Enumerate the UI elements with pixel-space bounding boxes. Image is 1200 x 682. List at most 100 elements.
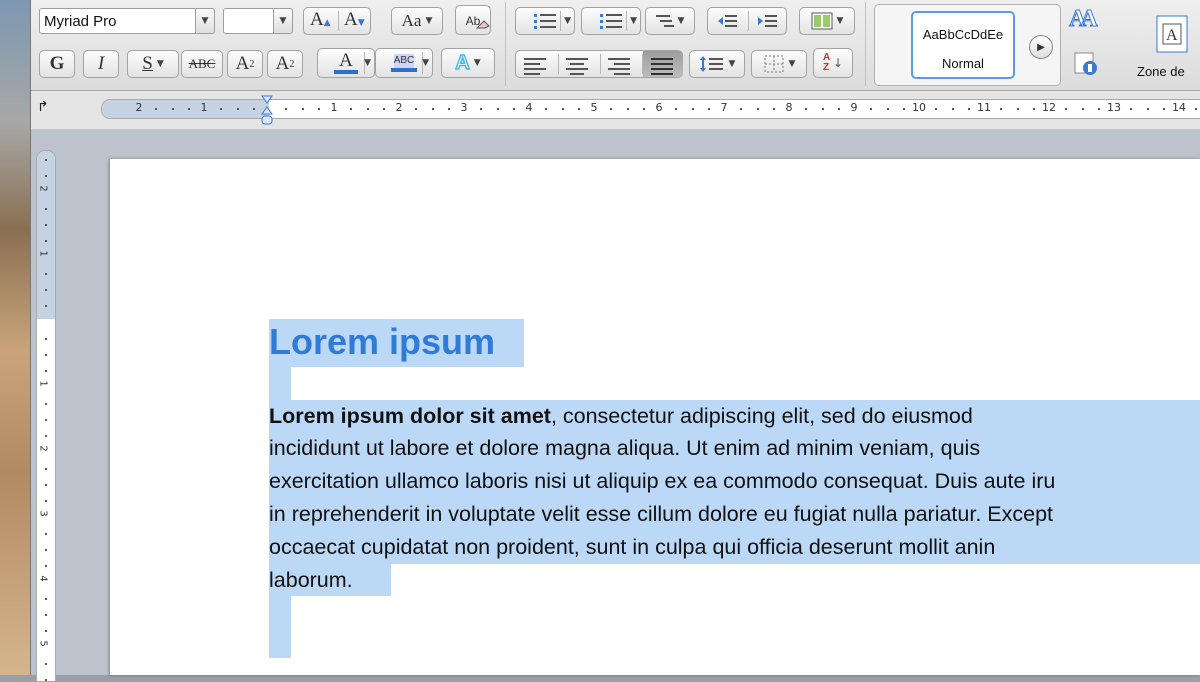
ruler-number: 4 bbox=[37, 575, 49, 582]
grow-font-button[interactable]: A▲ bbox=[310, 9, 331, 31]
ruler-number: 1 bbox=[200, 101, 208, 114]
ruler-tick bbox=[821, 108, 824, 110]
text-effects-button[interactable]: A ▼ bbox=[441, 48, 495, 78]
paragraph-line: Lorem ipsum dolor sit amet, consectetur … bbox=[269, 404, 973, 428]
ruler-number: 2 bbox=[135, 101, 143, 114]
desktop-background bbox=[0, 0, 30, 675]
ruler-tick bbox=[1195, 108, 1198, 110]
ruler-tick bbox=[45, 159, 47, 161]
ruler-number: 9 bbox=[850, 101, 858, 114]
ruler-tick bbox=[45, 370, 47, 373]
ruler-tick bbox=[45, 614, 47, 616]
borders-icon bbox=[764, 55, 784, 73]
ruler-tick bbox=[1146, 108, 1149, 110]
tab-selector-icon[interactable]: ↱ bbox=[37, 99, 49, 115]
document-workspace: 2 1 1 2 3 4 5 Lorem ipsum Lorem ipsum dolor si… bbox=[31, 130, 1200, 682]
font-name-value: Myriad Pro bbox=[44, 12, 117, 30]
textbox-label: Zone de bbox=[1137, 64, 1185, 79]
bullet-list-icon bbox=[534, 13, 556, 29]
ruler-number: 2 bbox=[37, 185, 49, 192]
ruler-tick bbox=[187, 108, 190, 110]
ruler-tick bbox=[1065, 108, 1068, 110]
ruler-tick bbox=[431, 108, 434, 110]
ruler-tick bbox=[512, 108, 515, 110]
textbox-button[interactable]: A bbox=[1153, 14, 1193, 58]
align-center-button[interactable] bbox=[566, 58, 592, 75]
align-right-icon bbox=[608, 58, 634, 75]
align-left-button[interactable] bbox=[524, 58, 550, 75]
paragraph-line: laborum. bbox=[269, 568, 353, 592]
ruler-tick bbox=[45, 467, 47, 470]
home-ribbon: Myriad Pro ▼ ▼ A▲ A▼ Aa ▼ Ab G I S ▼ ABC… bbox=[31, 0, 1200, 91]
ruler-tick bbox=[366, 108, 369, 110]
ruler-tick bbox=[886, 108, 889, 110]
ruler-tick bbox=[935, 108, 938, 110]
ruler-tick bbox=[236, 108, 239, 110]
ruler-tick bbox=[45, 662, 47, 665]
clear-formatting-button[interactable]: Ab bbox=[455, 5, 491, 35]
underline-button[interactable]: S ▼ bbox=[127, 50, 179, 78]
align-right-button[interactable] bbox=[608, 58, 634, 75]
style-normal[interactable]: AaBbCcDdEe Normal bbox=[911, 11, 1015, 79]
ruler-tick bbox=[1162, 108, 1165, 110]
vertical-ruler[interactable]: 2 1 1 2 3 4 5 bbox=[36, 150, 56, 682]
font-name-dropdown[interactable]: ▼ bbox=[195, 8, 215, 34]
selection-highlight bbox=[269, 596, 291, 658]
ruler-tick bbox=[610, 108, 613, 110]
document-page[interactable]: Lorem ipsum Lorem ipsum dolor sit amet, … bbox=[110, 159, 1200, 675]
ruler-tick bbox=[45, 484, 47, 486]
ruler-number: 4 bbox=[525, 101, 533, 114]
ruler-tick bbox=[691, 108, 694, 110]
highlight-button[interactable]: ABC ▼ bbox=[375, 48, 433, 78]
font-color-button[interactable]: A ▼ bbox=[317, 48, 375, 78]
decrease-indent-icon bbox=[718, 15, 737, 27]
clear-formatting-icon: Ab bbox=[466, 9, 490, 31]
shrink-font-button[interactable]: A▼ bbox=[344, 9, 365, 31]
borders-button[interactable]: ▼ bbox=[751, 50, 807, 78]
line-spacing-button[interactable]: ▼ bbox=[689, 50, 745, 78]
ruler-number: 3 bbox=[37, 510, 49, 517]
ruler-tick bbox=[45, 207, 47, 210]
ruler-number: 8 bbox=[785, 101, 793, 114]
justify-button[interactable] bbox=[643, 51, 683, 77]
numbered-list-icon bbox=[600, 13, 622, 29]
ruler-number: 7 bbox=[720, 101, 728, 114]
columns-button[interactable]: ▼ bbox=[799, 7, 855, 35]
multilevel-list-button[interactable]: ▼ bbox=[645, 7, 695, 35]
style-pane-button[interactable] bbox=[1073, 50, 1101, 80]
font-color-icon: A bbox=[334, 51, 358, 74]
ruler-tick bbox=[45, 354, 47, 356]
ruler-tick bbox=[350, 108, 353, 110]
ruler-tick bbox=[45, 337, 47, 340]
ruler-number: 5 bbox=[590, 101, 598, 114]
bold-button[interactable]: G bbox=[39, 50, 75, 78]
ruler-tick bbox=[561, 108, 564, 110]
selection-highlight bbox=[269, 367, 291, 400]
font-name-field[interactable]: Myriad Pro bbox=[39, 8, 207, 34]
paragraph-line: incididunt ut labore et dolore magna ali… bbox=[269, 436, 981, 460]
font-size-dropdown[interactable]: ▼ bbox=[273, 8, 293, 34]
ruler-tick bbox=[545, 108, 548, 110]
text-effects-icon: A bbox=[455, 51, 471, 75]
line-spacing-icon bbox=[699, 56, 723, 72]
decrease-indent-button[interactable] bbox=[716, 13, 738, 35]
font-size-field[interactable] bbox=[223, 8, 275, 34]
increase-indent-button[interactable] bbox=[756, 13, 778, 35]
sort-button[interactable]: AZ ↓ bbox=[813, 48, 853, 78]
change-case-button[interactable]: Aa ▼ bbox=[391, 7, 443, 35]
ruler-tick bbox=[496, 108, 499, 110]
strikethrough-button[interactable]: ABC bbox=[181, 50, 223, 78]
increase-indent-icon bbox=[758, 15, 777, 27]
superscript-button[interactable]: A2 bbox=[227, 50, 263, 78]
gallery-next-icon[interactable]: ▶ bbox=[1029, 35, 1053, 59]
ruler-number: 12 bbox=[1042, 101, 1056, 114]
bullets-button[interactable]: ▼ bbox=[515, 7, 575, 35]
indent-marker-icon[interactable] bbox=[261, 95, 273, 127]
italic-button[interactable]: I bbox=[83, 50, 119, 78]
manage-styles-button[interactable]: AA bbox=[1069, 6, 1105, 36]
subscript-button[interactable]: A2 bbox=[267, 50, 303, 78]
ruler-number: 3 bbox=[460, 101, 468, 114]
ruler-number: 2 bbox=[395, 101, 403, 114]
numbering-button[interactable]: ▼ bbox=[581, 7, 641, 35]
style-preview-text: AaBbCcDdEe bbox=[922, 27, 1004, 42]
